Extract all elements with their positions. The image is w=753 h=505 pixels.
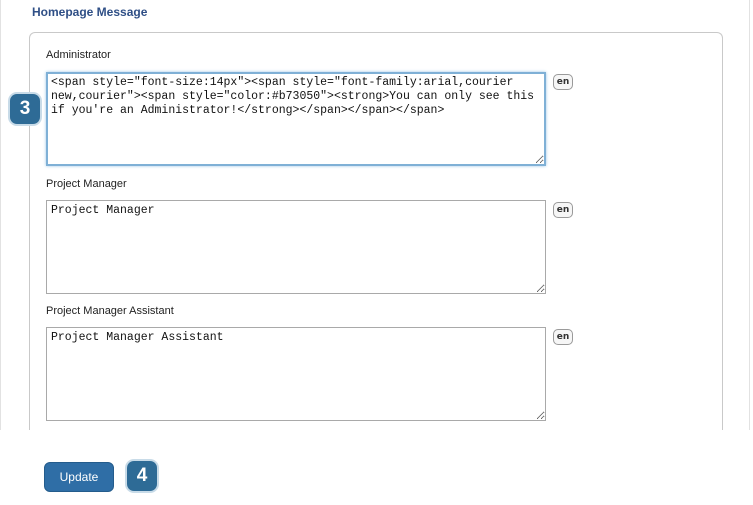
project-manager-language-button[interactable]: en <box>553 202 573 218</box>
project-manager-message-textarea[interactable]: Project Manager <box>46 200 546 294</box>
project-manager-assistant-language-button[interactable]: en <box>553 329 573 345</box>
project-manager-assistant-message-textarea[interactable]: Project Manager Assistant <box>46 327 546 421</box>
step-badge-4: 4 <box>127 461 157 491</box>
section-title: Homepage Message <box>32 5 148 19</box>
administrator-label: Administrator <box>46 49 111 61</box>
project-manager-assistant-label: Project Manager Assistant <box>46 305 174 317</box>
project-manager-label: Project Manager <box>46 178 127 190</box>
administrator-message-textarea[interactable]: <span style="font-size:14px"><span style… <box>46 72 546 166</box>
update-button[interactable]: Update <box>44 462 114 492</box>
step-badge-3: 3 <box>10 94 40 124</box>
administrator-language-button[interactable]: en <box>553 74 573 90</box>
